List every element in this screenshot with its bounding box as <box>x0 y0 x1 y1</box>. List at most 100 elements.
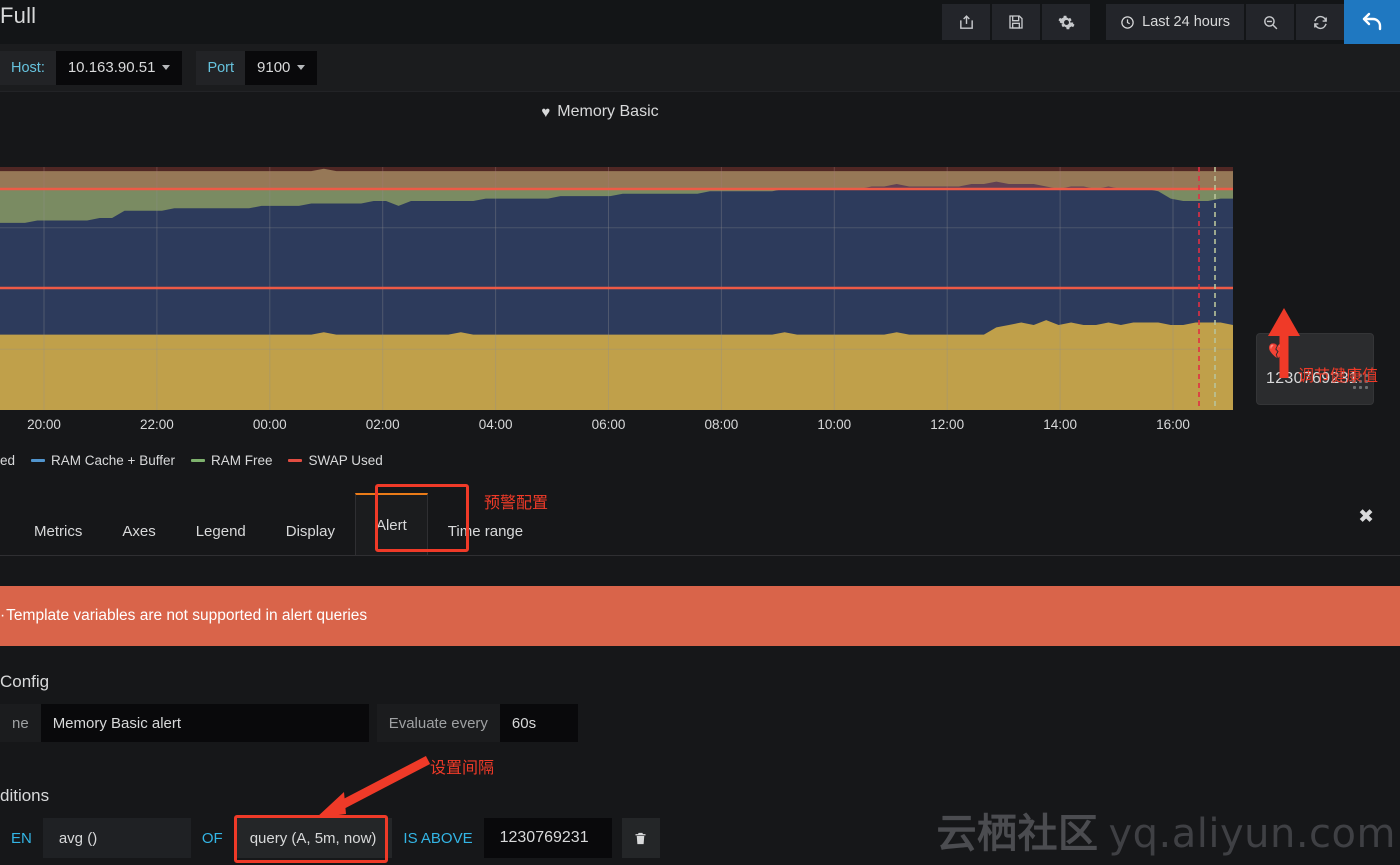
x-tick-label: 12:00 <box>930 417 965 432</box>
alert-name-label: ne <box>0 704 41 742</box>
x-tick-label: 08:00 <box>704 417 739 432</box>
panel-editor-tabbar: Metrics Axes Legend Display Alert Time range … <box>0 478 1400 556</box>
x-tick-label: 14:00 <box>1043 417 1077 432</box>
legend-label: RAM Cache + Buffer <box>51 452 175 468</box>
back-arrow-icon <box>1362 12 1382 31</box>
tab-metrics[interactable]: Metrics <box>14 505 102 555</box>
interval-note-arrow <box>316 756 431 818</box>
tab-label: Metrics <box>34 522 83 540</box>
legend-color-swatch <box>190 458 205 462</box>
graph-panel: ♥ Memory Basic 20:00 22:00 00:00 02:00 04:00… <box>0 92 1400 478</box>
tab-label: Legend <box>195 522 246 540</box>
condition-reducer-button[interactable]: avg () <box>42 818 191 858</box>
variable-select-host[interactable]: 10.163.90.51 <box>55 50 183 85</box>
threshold-note-text: 调节健康值 <box>1298 368 1379 385</box>
x-tick-label: 16:00 <box>1156 417 1190 432</box>
tab-label: Display <box>285 522 335 540</box>
legend-item[interactable]: RAM Free <box>190 452 273 468</box>
legend-label: ed <box>0 452 16 468</box>
legend-color-swatch <box>31 458 46 462</box>
trash-icon <box>635 832 646 844</box>
back-button[interactable] <box>1344 0 1400 44</box>
condition-when-label: EN <box>11 829 32 847</box>
x-tick-label: 00:00 <box>252 417 287 432</box>
dashboard-settings-button[interactable] <box>1042 4 1091 40</box>
heart-icon: ♥ <box>541 103 551 121</box>
graph-svg <box>0 167 1233 410</box>
panel-header[interactable]: ♥ Memory Basic <box>0 103 1200 121</box>
warning-bullet: · <box>0 607 6 624</box>
toolbar-actions: Last 24 hours <box>940 0 1400 44</box>
page-title: Full <box>0 3 37 28</box>
condition-evaluator-label: IS ABOVE <box>403 829 473 847</box>
alert-name-input[interactable]: Memory Basic alert <box>40 704 369 742</box>
warning-text: Template variables are not supported in … <box>6 607 368 624</box>
save-dashboard-button[interactable] <box>992 4 1041 40</box>
panel-editor-tabs: Metrics Axes Legend Display Alert Time range <box>0 477 543 555</box>
variable-value-host: 10.163.90.51 <box>67 59 156 76</box>
evaluate-every-label: Evaluate every <box>376 704 500 742</box>
x-tick-label: 20:00 <box>27 417 61 432</box>
chevron-down-icon <box>297 65 306 70</box>
refresh-button[interactable] <box>1296 4 1344 40</box>
interval-note-text: 设置间隔 <box>430 760 495 777</box>
x-tick-label: 06:00 <box>591 417 626 432</box>
save-icon <box>1009 15 1023 29</box>
condition-threshold-input[interactable]: 1230769231 <box>483 818 612 858</box>
alert-name-row: ne Memory Basic alert Evaluate every 60s <box>0 704 578 742</box>
alert-warning-banner: · Template variables are not supported i… <box>0 586 1400 646</box>
condition-row: EN avg () OF query (A, 5m, now) IS ABOVE… <box>0 818 660 858</box>
top-toolbar: Full Last 24 hours <box>0 0 1400 44</box>
x-tick-label: 04:00 <box>478 417 513 432</box>
alert-config-title: Config <box>0 672 50 691</box>
graph-legend[interactable]: ed RAM Cache + Buffer RAM Free SWAP Used <box>0 450 1233 470</box>
condition-query-button[interactable]: query (A, 5m, now) <box>233 818 393 858</box>
refresh-icon <box>1313 15 1327 29</box>
tab-axes[interactable]: Axes <box>102 505 175 555</box>
template-variables-bar: Host: 10.163.90.51 Port 9100 <box>0 44 1400 92</box>
clock-icon <box>1121 15 1134 29</box>
legend-label: RAM Free <box>210 452 273 468</box>
condition-of-label: OF <box>201 829 223 847</box>
legend-color-swatch <box>288 458 303 462</box>
tab-label: Axes <box>122 522 156 540</box>
variable-label-port: Port <box>196 50 246 85</box>
panel-title-text: Memory Basic <box>557 103 659 120</box>
conditions-title: ditions <box>0 786 50 805</box>
grafana-dashboard-page: Full Last 24 hours Host: 10.163.90.51 Po… <box>0 0 1400 865</box>
close-editor-button[interactable]: ✖ <box>1358 507 1374 526</box>
tab-label: Alert <box>375 516 407 534</box>
legend-item[interactable]: ed <box>0 453 15 468</box>
tab-alert[interactable]: Alert <box>354 493 428 555</box>
graph-plot-area[interactable] <box>0 167 1233 410</box>
tab-label: Time range <box>447 522 524 540</box>
time-range-picker[interactable]: Last 24 hours <box>1106 4 1244 40</box>
x-tick-label: 02:00 <box>365 417 400 432</box>
variable-value-port: 9100 <box>257 59 291 76</box>
chevron-down-icon <box>162 65 171 70</box>
share-dashboard-button[interactable] <box>942 4 991 40</box>
gear-icon <box>1058 15 1075 29</box>
zoom-out-icon <box>1263 15 1277 29</box>
alert-region-top <box>0 167 1233 189</box>
x-axis-ticks: 20:00 22:00 00:00 02:00 04:00 06:00 08:00 10:00… <box>0 417 1233 437</box>
delete-condition-button[interactable] <box>621 818 660 858</box>
x-tick-label: 22:00 <box>139 417 174 432</box>
broken-heart-icon: 💔 <box>1268 343 1287 360</box>
variable-select-port[interactable]: 9100 <box>245 50 318 85</box>
share-icon <box>959 14 973 29</box>
zoom-out-button[interactable] <box>1246 4 1294 40</box>
watermark: 云栖社区 yq.aliyun.com <box>936 801 1396 859</box>
watermark-url: yq.aliyun.com <box>1108 811 1396 857</box>
legend-item[interactable]: SWAP Used <box>288 452 383 468</box>
tab-legend[interactable]: Legend <box>176 505 266 555</box>
evaluate-every-input[interactable]: 60s <box>499 704 578 742</box>
watermark-cn: 云栖社区 <box>936 811 1099 857</box>
x-tick-label: 10:00 <box>817 417 852 432</box>
tab-display[interactable]: Display <box>266 505 355 555</box>
alert-tab-note-text: 预警配置 <box>484 495 549 512</box>
time-range-label: Last 24 hours <box>1142 14 1230 30</box>
variable-label-host: Host: <box>0 50 56 85</box>
legend-label: SWAP Used <box>308 452 383 468</box>
legend-item[interactable]: RAM Cache + Buffer <box>31 453 175 468</box>
